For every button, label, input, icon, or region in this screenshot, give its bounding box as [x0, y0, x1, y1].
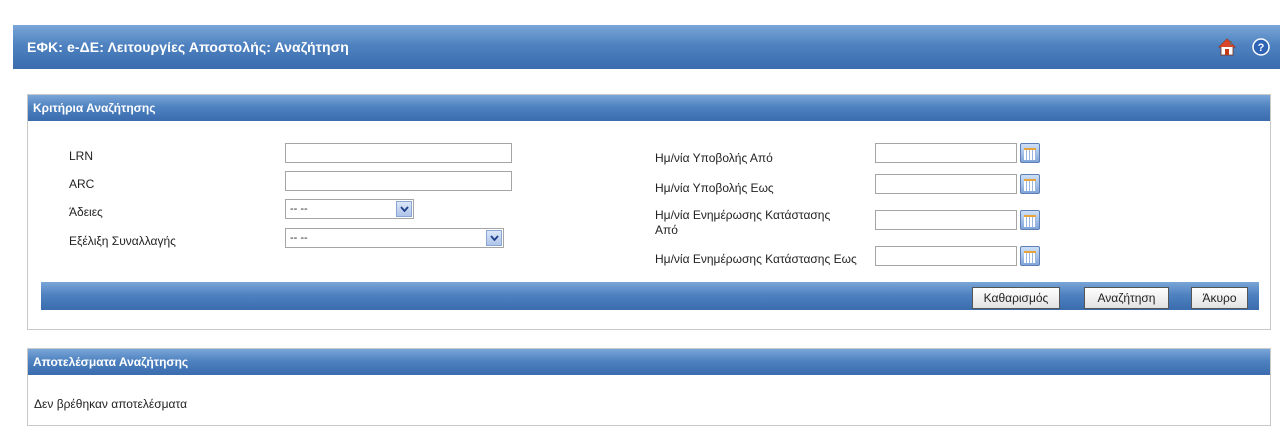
permits-label: Άδειες: [69, 205, 103, 219]
status-update-from-label-line1: Ημ/νία Ενημέρωσης Κατάστασης: [655, 208, 831, 222]
submission-date-to-input[interactable]: [875, 174, 1017, 194]
lrn-label: LRN: [69, 149, 94, 163]
calendar-icon[interactable]: [1020, 143, 1040, 163]
cancel-button[interactable]: Άκυρο: [1191, 287, 1248, 309]
permits-select-value: -- --: [290, 203, 308, 215]
search-results-header: Αποτελέσματα Αναζήτησης: [28, 349, 1270, 375]
calendar-icon[interactable]: [1020, 210, 1040, 230]
transaction-progress-select-value: -- --: [290, 232, 308, 244]
search-criteria-panel: Κριτήρια Αναζήτησης LRN ARC Άδειες -- --…: [27, 94, 1271, 330]
status-update-to-label: Ημ/νία Ενημέρωσης Κατάστασης Εως: [655, 252, 857, 266]
search-criteria-title: Κριτήρια Αναζήτησης: [33, 101, 156, 115]
transaction-progress-label: Εξέλιξη Συναλλαγής: [69, 234, 176, 248]
calendar-icon[interactable]: [1020, 174, 1040, 194]
submission-date-from-input[interactable]: [875, 143, 1017, 163]
chevron-down-icon: [396, 201, 412, 217]
help-icon[interactable]: ?: [1252, 38, 1270, 56]
submission-date-from-label: Ημ/νία Υποβολής Από: [655, 151, 773, 165]
search-button[interactable]: Αναζήτηση: [1084, 287, 1169, 309]
button-bar: Καθαρισμός Αναζήτηση Άκυρο: [41, 282, 1259, 310]
page-title: ΕΦΚ: e-ΔΕ: Λειτουργίες Αποστολής: Αναζήτ…: [27, 39, 349, 55]
calendar-icon[interactable]: [1020, 246, 1040, 266]
chevron-down-icon: [486, 230, 502, 246]
search-results-panel: Αποτελέσματα Αναζήτησης Δεν βρέθηκαν απο…: [27, 348, 1271, 426]
search-criteria-header: Κριτήρια Αναζήτησης: [28, 95, 1270, 121]
submission-date-to-label: Ημ/νία Υποβολής Εως: [655, 181, 774, 195]
arc-label: ARC: [69, 177, 95, 191]
svg-text:?: ?: [1258, 42, 1265, 54]
arc-input[interactable]: [285, 171, 512, 191]
status-update-from-label-line2: Από: [655, 223, 678, 237]
no-results-message: Δεν βρέθηκαν αποτελέσματα: [34, 397, 188, 411]
search-results-title: Αποτελέσματα Αναζήτησης: [33, 355, 189, 369]
header-icons: ?: [1218, 38, 1280, 56]
home-icon[interactable]: [1218, 38, 1236, 56]
lrn-input[interactable]: [285, 143, 512, 163]
transaction-progress-select[interactable]: -- --: [285, 228, 504, 248]
status-update-to-input[interactable]: [875, 246, 1017, 266]
title-bar: ΕΦΚ: e-ΔΕ: Λειτουργίες Αποστολής: Αναζήτ…: [13, 25, 1280, 69]
permits-select[interactable]: -- --: [285, 199, 414, 219]
status-update-from-input[interactable]: [875, 210, 1017, 230]
clear-button[interactable]: Καθαρισμός: [972, 287, 1060, 309]
